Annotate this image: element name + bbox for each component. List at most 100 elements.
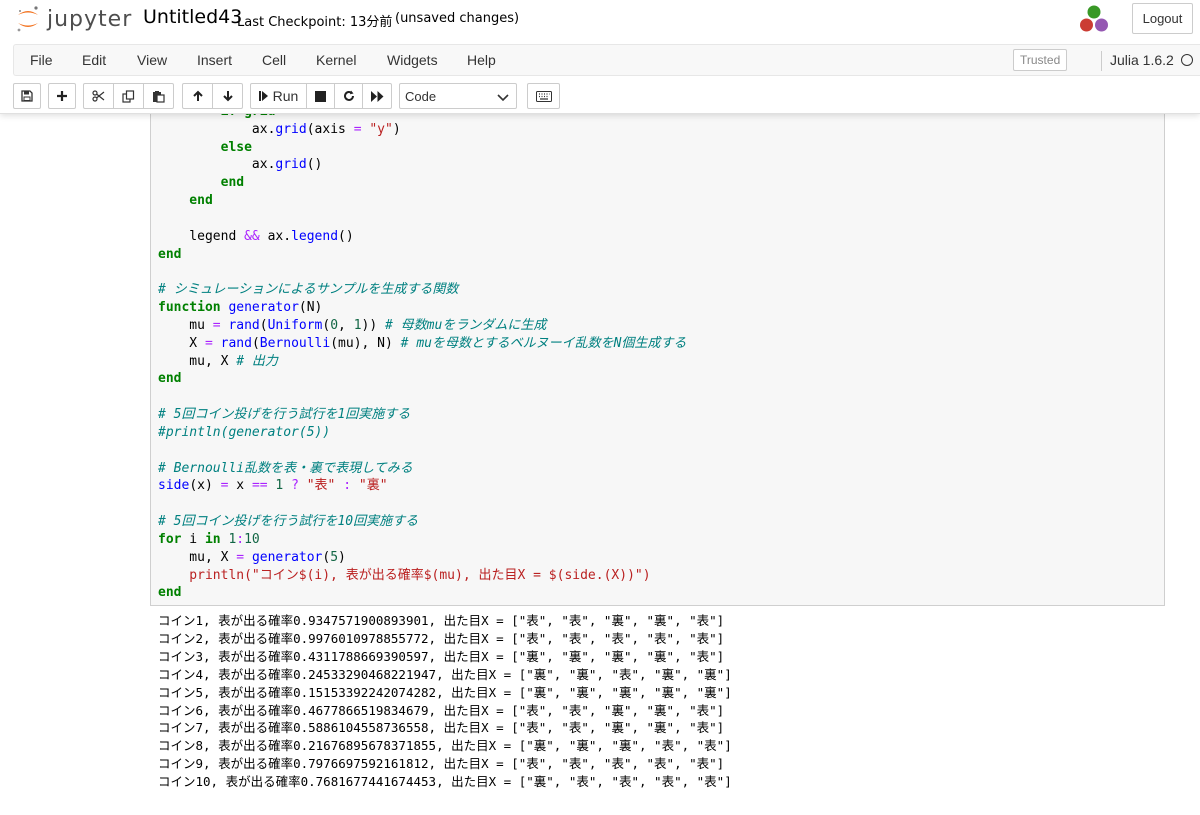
code-line: end bbox=[158, 370, 181, 388]
code-token: ( bbox=[251, 335, 260, 351]
notebook-name[interactable]: Untitled43 bbox=[143, 6, 242, 28]
move-up-button[interactable] bbox=[182, 83, 213, 109]
code-token: generator bbox=[251, 549, 323, 565]
code-token: ax. bbox=[259, 228, 292, 244]
output-line: コイン1, 表が出る確率0.9347571900893901, 出た目X = [… bbox=[158, 613, 725, 628]
code-token: = bbox=[212, 317, 221, 333]
paste-button[interactable] bbox=[143, 83, 174, 109]
cell-type-select[interactable]: Code bbox=[399, 83, 517, 109]
copy-button[interactable] bbox=[113, 83, 144, 109]
run-button[interactable]: Run bbox=[250, 83, 307, 109]
save-icon bbox=[21, 90, 33, 102]
output-line: コイン4, 表が出る確率0.24533290468221947, 出た目X = … bbox=[158, 666, 732, 682]
code-line: side(x) = x == 1 ? "表" : "裏" bbox=[158, 477, 388, 495]
output-line: コイン8, 表が出る確率0.21676895678371855, 出た目X = … bbox=[158, 738, 732, 754]
keyboard-icon bbox=[535, 90, 552, 102]
restart-run-all-button[interactable] bbox=[362, 83, 392, 109]
code-token: () bbox=[306, 157, 323, 173]
menu-file[interactable]: File bbox=[30, 52, 53, 68]
code-token: X bbox=[158, 335, 205, 351]
arrow-down-icon bbox=[222, 91, 233, 102]
command-palette-button[interactable] bbox=[527, 83, 560, 109]
code-token: && bbox=[244, 228, 260, 244]
menu-insert[interactable]: Insert bbox=[197, 52, 232, 68]
code-token: end bbox=[158, 175, 245, 191]
plus-icon bbox=[57, 91, 67, 101]
code-token: i bbox=[181, 531, 205, 547]
copy-icon bbox=[122, 89, 135, 103]
code-line: end bbox=[158, 192, 213, 210]
code-token: ) bbox=[392, 121, 401, 137]
menubar: File Edit View Insert Cell Kernel Widget… bbox=[13, 44, 1200, 76]
menu-widgets[interactable]: Widgets bbox=[387, 52, 438, 68]
insert-cell-button[interactable] bbox=[48, 83, 76, 109]
code-token: legend bbox=[158, 228, 245, 244]
menu-cell[interactable]: Cell bbox=[262, 52, 286, 68]
code-token: "表" bbox=[306, 478, 336, 494]
code-token: grid bbox=[275, 157, 307, 173]
code-token: "裏" bbox=[358, 478, 388, 494]
code-token: mu bbox=[158, 317, 213, 333]
jupyter-logo[interactable]: jupyter bbox=[15, 3, 132, 35]
code-line: mu, X = generator(5) bbox=[158, 549, 346, 567]
code-token: () bbox=[338, 228, 354, 244]
cut-button[interactable] bbox=[83, 83, 114, 109]
code-token: Uniform bbox=[267, 317, 323, 333]
code-token: rand bbox=[220, 335, 252, 351]
interrupt-kernel-button[interactable] bbox=[306, 83, 335, 109]
jupyter-logo-text: jupyter bbox=[47, 6, 133, 32]
kernel-divider bbox=[1101, 51, 1102, 71]
code-line: # 5回コイン投げを行う試行を1回実施する bbox=[158, 406, 410, 424]
menu-edit[interactable]: Edit bbox=[82, 52, 106, 68]
code-token: ax. bbox=[158, 157, 276, 173]
code-token: for bbox=[158, 531, 182, 547]
save-button[interactable] bbox=[13, 83, 41, 109]
move-down-button[interactable] bbox=[212, 83, 243, 109]
trusted-indicator[interactable]: Trusted bbox=[1013, 49, 1068, 71]
code-token: (axis bbox=[306, 121, 354, 137]
code-token: (mu), N) bbox=[330, 335, 401, 351]
logout-button[interactable]: Logout bbox=[1132, 3, 1193, 34]
code-token: else bbox=[158, 139, 252, 155]
code-token: # 5回コイン投げを行う試行を1回実施する bbox=[158, 407, 411, 423]
step-forward-icon bbox=[258, 91, 268, 101]
restart-kernel-button[interactable] bbox=[334, 83, 363, 109]
code-token: ax. bbox=[158, 121, 276, 137]
jupyter-logo-icon bbox=[17, 6, 38, 32]
restart-icon bbox=[343, 90, 354, 101]
menu-kernel[interactable]: Kernel bbox=[316, 52, 356, 68]
code-token: if grid bbox=[158, 114, 276, 119]
code-token: = bbox=[236, 549, 245, 565]
code-token: (N) bbox=[298, 300, 323, 316]
menu-help[interactable]: Help bbox=[467, 52, 496, 68]
code-token: #println(generator(5)) bbox=[158, 424, 331, 440]
menu-view[interactable]: View bbox=[137, 52, 167, 68]
run-label: Run bbox=[272, 88, 299, 104]
scissors-icon bbox=[92, 90, 105, 102]
notebook-header: jupyter Untitled43 Last Checkpoint: 13分前… bbox=[0, 0, 1200, 114]
paste-icon bbox=[153, 90, 165, 103]
output-line: コイン3, 表が出る確率0.4311788669390597, 出た目X = [… bbox=[158, 648, 725, 664]
code-line: end bbox=[158, 174, 244, 192]
code-token: # 母数muをランダムに生成 bbox=[385, 317, 547, 333]
code-line: mu, X # 出力 bbox=[158, 353, 278, 371]
code-line: ax.grid() bbox=[158, 156, 322, 174]
code-token: mu, X bbox=[158, 353, 237, 369]
code-token: # Bernoulli乱数を表・裏で表現してみる bbox=[158, 460, 413, 476]
code-line: println("コイン$(i), 表が出る確率$(mu), 出た目X = $(… bbox=[158, 567, 650, 585]
code-token: legend bbox=[291, 228, 339, 244]
code-line: function generator(N) bbox=[158, 299, 322, 317]
stop-icon bbox=[315, 90, 326, 102]
code-token: end bbox=[158, 193, 213, 209]
code-token: # muを母数とするベルヌーイ乱数をN個生成する bbox=[400, 335, 687, 351]
code-cell-editor[interactable]: if grid ax.grid(axis = "y") else ax.grid… bbox=[150, 114, 1165, 606]
code-token: ) bbox=[338, 549, 346, 565]
code-token: : bbox=[343, 478, 352, 494]
cell-type-value: Code bbox=[405, 88, 437, 104]
code-token: , bbox=[338, 317, 354, 333]
code-line: end bbox=[158, 246, 181, 264]
kernel-name[interactable]: Julia 1.6.2 bbox=[1110, 52, 1174, 68]
